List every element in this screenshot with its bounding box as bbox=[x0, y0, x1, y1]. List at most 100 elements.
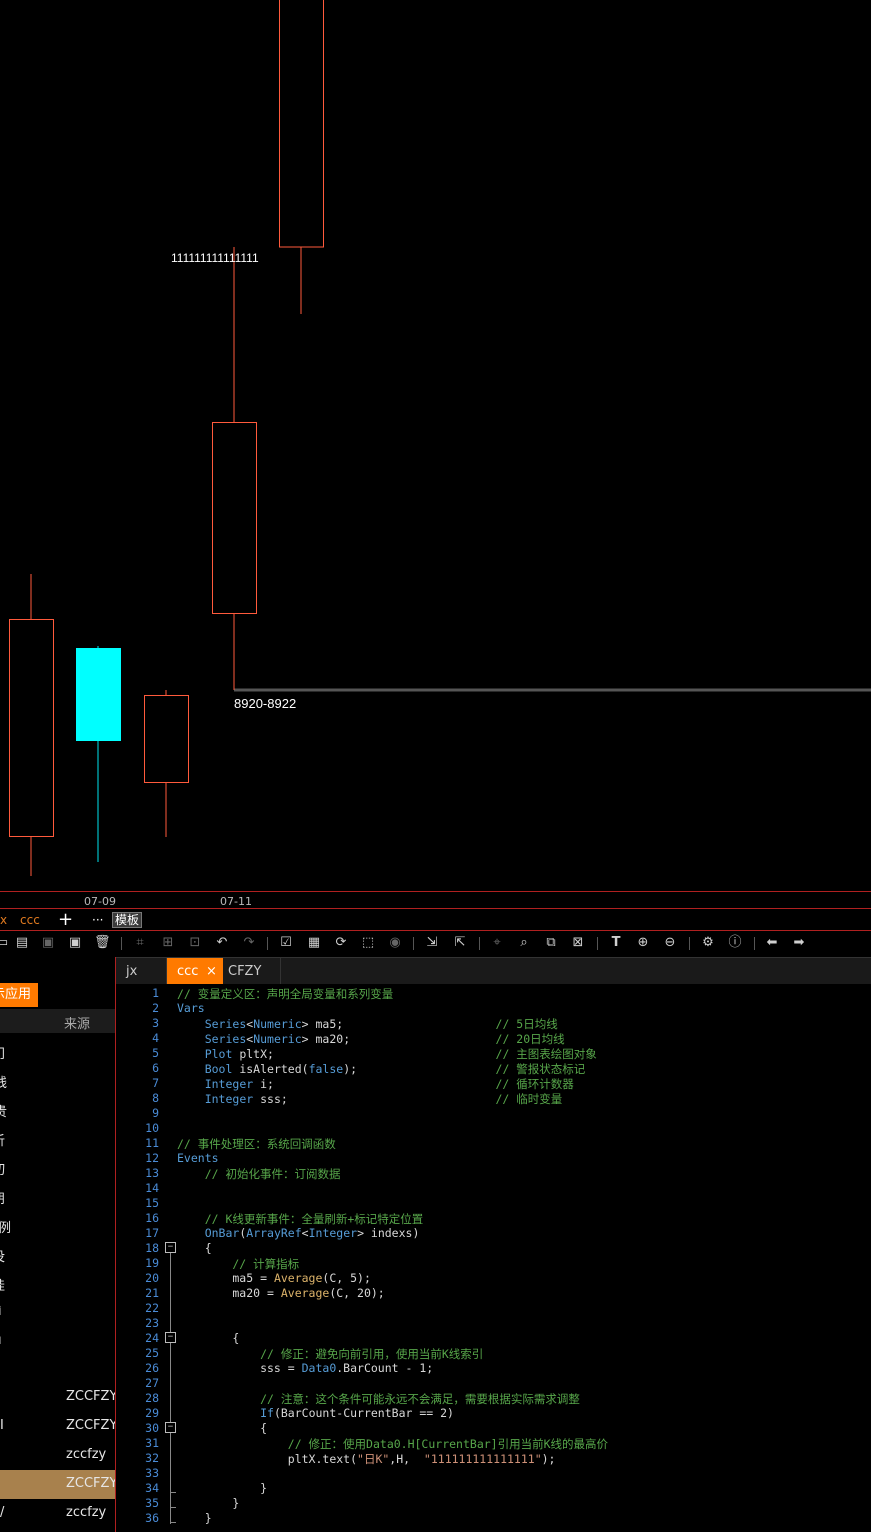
close-icon[interactable]: × bbox=[206, 958, 217, 985]
sidebar-item[interactable]: 例 bbox=[0, 1217, 11, 1236]
code-line[interactable]: // 注意：这个条件可能永远不会满足，需要根据实际需求调整 bbox=[177, 1391, 580, 1407]
code-line[interactable]: If(BarCount-CurrentBar == 2) bbox=[177, 1406, 454, 1420]
candle-body bbox=[9, 619, 54, 837]
settings-icon[interactable]: ⚙ bbox=[700, 935, 716, 951]
sidebar-item[interactable]: ì bbox=[0, 1304, 2, 1319]
code-line[interactable]: { bbox=[177, 1331, 239, 1345]
code-line[interactable]: // K线更新事件：全量刷新+标记特定位置 bbox=[177, 1211, 424, 1227]
code-line[interactable]: ma5 = Average(C, 5); bbox=[177, 1271, 371, 1285]
code-line[interactable]: // 事件处理区：系统回调函数 bbox=[177, 1136, 336, 1152]
crop-icon[interactable]: ⌗ bbox=[132, 935, 148, 951]
fold-marker[interactable]: − bbox=[165, 1332, 176, 1343]
line-number: 22 bbox=[145, 1301, 159, 1315]
sidebar-item[interactable]: 线 bbox=[0, 1072, 7, 1091]
zoom-in-icon[interactable]: ⊕ bbox=[635, 935, 651, 951]
info-icon[interactable]: ⓘ bbox=[727, 935, 743, 951]
sidebar-item[interactable]: 娃 bbox=[0, 1275, 5, 1294]
fold-marker[interactable]: − bbox=[165, 1422, 176, 1433]
code-line[interactable]: Vars bbox=[177, 1001, 205, 1015]
export-icon[interactable]: ⇲ bbox=[424, 935, 440, 951]
sidebar-item[interactable]: 析 bbox=[0, 1130, 5, 1149]
code-line[interactable]: Integer i; // 循环计数器 bbox=[177, 1076, 574, 1092]
code-line[interactable]: ma20 = Average(C, 20); bbox=[177, 1286, 384, 1300]
code-editor[interactable]: − − − 1 // 变量定义区：声明全局变量和系列变量 2 Vars 3 Series… bbox=[116, 984, 871, 1532]
zoom-out-icon[interactable]: ⊖ bbox=[662, 935, 678, 951]
code-line[interactable]: // 变量定义区：声明全局变量和系列变量 bbox=[177, 986, 393, 1002]
code-line[interactable]: Events bbox=[177, 1151, 219, 1165]
code-line[interactable]: Series<Numeric> ma20; // 20日均线 bbox=[177, 1031, 565, 1047]
code-line[interactable]: // 修正：避免向前引用，使用当前K线索引 bbox=[177, 1346, 483, 1362]
list-item-source: ZCCFZY bbox=[66, 1389, 116, 1404]
sidebar-item[interactable]: ı bbox=[0, 1333, 2, 1348]
list-item[interactable]: zccfzy bbox=[0, 1441, 115, 1470]
redo-icon[interactable]: ↷ bbox=[241, 935, 257, 951]
import-icon[interactable]: ⊡ bbox=[187, 935, 203, 951]
line-number: 28 bbox=[145, 1391, 159, 1405]
code-line[interactable]: } bbox=[177, 1496, 239, 1510]
back-icon[interactable]: ⬅ bbox=[764, 935, 780, 951]
undo-icon[interactable]: ↶ bbox=[214, 935, 230, 951]
save-all-icon[interactable]: ▣ bbox=[67, 935, 83, 951]
chart-tab-ccc[interactable]: ccc bbox=[20, 913, 40, 927]
code-line[interactable]: sss = Data0.BarCount - 1; bbox=[177, 1361, 433, 1375]
code-line[interactable]: { bbox=[177, 1241, 212, 1255]
chart-tab-x[interactable]: x bbox=[0, 913, 7, 927]
code-line[interactable]: } bbox=[177, 1481, 267, 1495]
verify-icon[interactable]: ⟳ bbox=[333, 935, 349, 951]
sidebar-item[interactable]: 切 bbox=[0, 1159, 5, 1178]
save-icon[interactable]: ▣ bbox=[40, 935, 56, 951]
stop-icon[interactable]: ◉ bbox=[387, 935, 403, 951]
template-button[interactable]: 模板 bbox=[112, 912, 143, 928]
delete-icon[interactable]: 🗑 bbox=[94, 935, 111, 951]
sidebar-item[interactable]: 门 bbox=[0, 1043, 5, 1062]
sidebar-item[interactable]: 贵 bbox=[0, 1101, 7, 1120]
list-item[interactable]: ZCCFZY bbox=[0, 1383, 115, 1412]
tab-cfzy[interactable]: CFZY bbox=[218, 958, 281, 985]
fold-marker[interactable]: − bbox=[165, 1242, 176, 1253]
list-item[interactable]: / zccfzy bbox=[0, 1499, 115, 1528]
find-in-files-icon[interactable]: ⊠ bbox=[570, 935, 586, 951]
list-item-source: zccfzy bbox=[66, 1447, 107, 1462]
forward-icon[interactable]: ➡ bbox=[791, 935, 807, 951]
line-number: 3 bbox=[152, 1016, 159, 1030]
code-line[interactable]: Plot pltX; // 主图表绘图对象 bbox=[177, 1046, 597, 1062]
replace-icon[interactable]: ⧉ bbox=[543, 935, 559, 951]
add-tab-button[interactable]: + bbox=[58, 909, 73, 930]
check-icon[interactable]: ☑ bbox=[278, 935, 294, 951]
line-number: 18 bbox=[145, 1241, 159, 1255]
select-icon[interactable]: ⬚ bbox=[360, 935, 376, 951]
locate-icon[interactable]: ⌖ bbox=[489, 935, 505, 951]
code-line[interactable]: { bbox=[177, 1421, 267, 1435]
line-number: 17 bbox=[145, 1226, 159, 1240]
code-line[interactable]: Bool isAlerted(false); // 警报状态标记 bbox=[177, 1061, 586, 1077]
code-line[interactable]: // 初始化事件：订阅数据 bbox=[177, 1166, 341, 1182]
sidebar-tab-active[interactable]: 示应用 bbox=[0, 983, 38, 1007]
sidebar-item[interactable]: 朋 bbox=[0, 1188, 5, 1207]
tab-jx[interactable]: jx bbox=[116, 958, 167, 985]
compile-icon[interactable]: ▦ bbox=[306, 935, 322, 951]
source-column-header[interactable]: 来源 bbox=[64, 1013, 90, 1032]
line-number: 1 bbox=[152, 986, 159, 1000]
fold-end bbox=[170, 1507, 176, 1508]
sidebar-item[interactable]: 没 bbox=[0, 1246, 5, 1265]
code-line[interactable]: Series<Numeric> ma5; // 5日均线 bbox=[177, 1016, 558, 1032]
text-icon[interactable]: T bbox=[608, 935, 624, 951]
open-folder-icon[interactable]: ▤ bbox=[14, 935, 30, 951]
code-line[interactable]: // 计算指标 bbox=[177, 1256, 299, 1272]
fold-guide bbox=[170, 1252, 171, 1524]
code-line[interactable]: pltX.text("日K",H, "111111111111111"); bbox=[177, 1451, 556, 1467]
code-line[interactable]: // 修正：使用Data0.H[CurrentBar]引用当前K线的最高价 bbox=[177, 1436, 608, 1452]
search-icon[interactable]: ⌕ bbox=[516, 935, 532, 951]
code-line[interactable]: OnBar(ArrayRef<Integer> indexs) bbox=[177, 1226, 420, 1240]
tab-ccc[interactable]: ccc × bbox=[167, 958, 223, 985]
candlestick-chart[interactable]: 111111111111111 8920-8922 bbox=[0, 0, 871, 908]
toolbar-separator bbox=[479, 937, 480, 950]
more-tabs-button[interactable]: ··· bbox=[92, 913, 103, 927]
external-icon[interactable]: ⇱ bbox=[452, 935, 468, 951]
new-folder-icon[interactable]: ▭ bbox=[0, 935, 10, 951]
list-item-selected[interactable]: ZCCFZY bbox=[0, 1470, 115, 1499]
code-line[interactable]: } bbox=[177, 1511, 212, 1525]
code-line[interactable]: Integer sss; // 临时变量 bbox=[177, 1091, 563, 1107]
list-item[interactable]: I ZCCFZY bbox=[0, 1412, 115, 1441]
add-icon[interactable]: ⊞ bbox=[160, 935, 176, 951]
